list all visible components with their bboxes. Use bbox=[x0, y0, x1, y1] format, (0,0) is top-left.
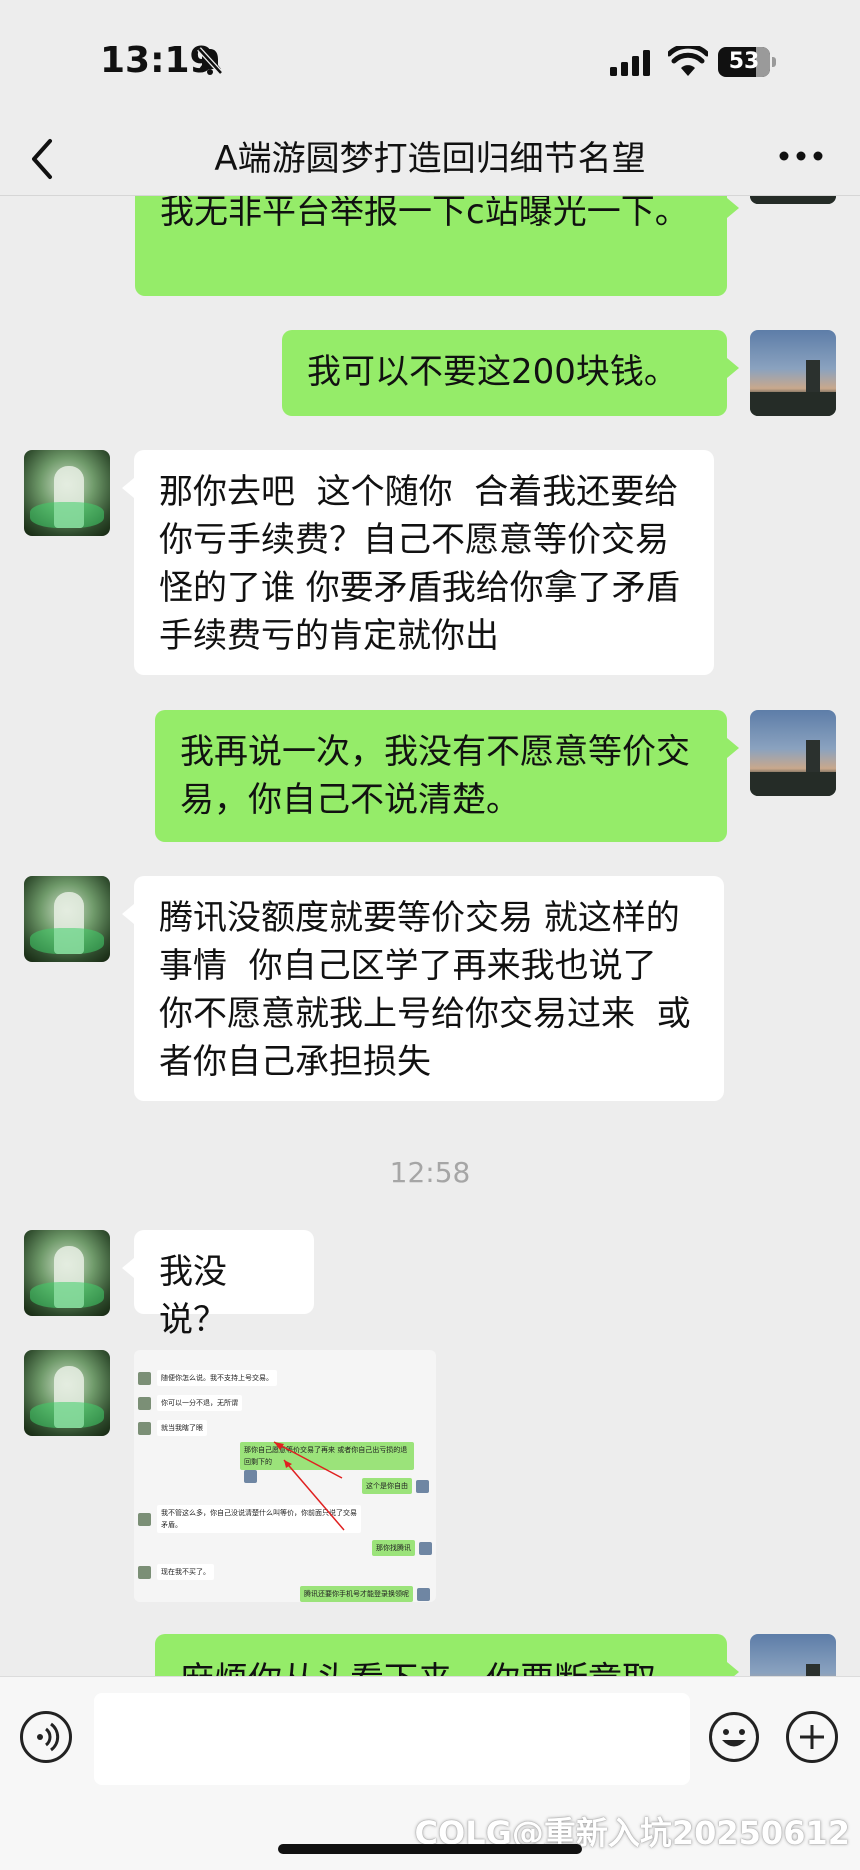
battery-level: 53 bbox=[728, 49, 760, 74]
message-bubble-outgoing[interactable]: 我可以不要这200块钱。 bbox=[282, 330, 739, 416]
back-chevron-icon[interactable] bbox=[28, 137, 58, 181]
message-bubble-incoming[interactable]: 腾讯没额度就要等价交易 就这样的事情 你自己区学了再来我也说了 你不愿意就我上号… bbox=[122, 876, 724, 1101]
silent-bell-icon bbox=[197, 47, 223, 75]
self-avatar[interactable] bbox=[750, 710, 836, 796]
chat-title: A端游圆梦打造回归细节名望 bbox=[214, 139, 646, 179]
image-message[interactable]: 随便你怎么说。我不支持上号交易。 你可以一分不退，无所谓 就当我瞎了眼 那你自己… bbox=[134, 1350, 436, 1602]
voice-input-button[interactable] bbox=[20, 1711, 72, 1763]
message-timestamp: 12:58 bbox=[389, 1156, 471, 1189]
battery-indicator: 53 bbox=[718, 47, 778, 79]
contact-avatar[interactable] bbox=[24, 1230, 110, 1316]
message-input[interactable] bbox=[94, 1693, 690, 1785]
plus-icon bbox=[800, 1725, 824, 1749]
self-avatar[interactable] bbox=[750, 1634, 836, 1676]
wifi-icon bbox=[668, 46, 708, 76]
message-list[interactable]: 我无非平台举报一下c站曝光一下。 我可以不要这200块钱。 那你去吧 这个随你 … bbox=[0, 0, 860, 1676]
more-options-icon[interactable] bbox=[778, 149, 824, 163]
red-arrow-annotation bbox=[273, 1441, 345, 1531]
voice-wave-icon bbox=[37, 1722, 60, 1752]
contact-avatar[interactable] bbox=[24, 876, 110, 962]
self-avatar[interactable] bbox=[750, 330, 836, 416]
contact-avatar[interactable] bbox=[24, 1350, 110, 1436]
emoji-icon[interactable] bbox=[708, 1711, 760, 1763]
home-indicator[interactable] bbox=[278, 1844, 582, 1854]
chat-header: A端游圆梦打造回归细节名望 bbox=[0, 125, 860, 196]
status-bar: 13:19 53 bbox=[0, 0, 860, 125]
contact-avatar[interactable] bbox=[24, 450, 110, 536]
more-functions-button[interactable] bbox=[786, 1711, 838, 1763]
message-bubble-incoming[interactable]: 那你去吧 这个随你 合着我还要给你亏手续费？自己不愿意等价交易怪的了谁 你要矛盾… bbox=[122, 450, 714, 675]
message-bubble-incoming[interactable]: 我没说？ bbox=[122, 1230, 314, 1340]
cellular-signal-icon bbox=[610, 50, 650, 76]
message-bubble-outgoing[interactable]: 我再说一次，我没有不愿意等价交易，你自己不说清楚。 bbox=[155, 710, 739, 842]
message-bubble-outgoing[interactable]: 麻烦你从头看下来，你要断章取 bbox=[155, 1634, 739, 1676]
